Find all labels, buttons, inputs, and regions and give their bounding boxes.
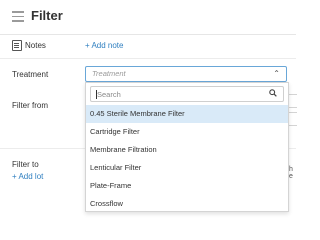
divider — [0, 58, 296, 59]
hamburger-menu-icon[interactable] — [12, 11, 24, 22]
search-field[interactable] — [90, 86, 284, 102]
clipped-text: h e — [289, 166, 293, 180]
chevron-up-icon[interactable]: ⌃ — [273, 69, 280, 78]
treatment-label: Treatment — [12, 70, 49, 79]
treatment-dropdown: 0.45 Sterile Membrane Filter Cartridge F… — [85, 82, 289, 212]
option-list: 0.45 Sterile Membrane Filter Cartridge F… — [86, 105, 288, 213]
notes-icon — [12, 40, 22, 51]
treatment-select-placeholder: Treatment — [92, 69, 126, 78]
search-icon — [269, 89, 277, 97]
add-note-link[interactable]: + Add note — [85, 41, 123, 50]
option-0-45-sterile-membrane-filter[interactable]: 0.45 Sterile Membrane Filter — [86, 105, 288, 123]
treatment-select[interactable]: Treatment ⌃ — [85, 66, 287, 82]
filter-to-label: Filter to — [12, 160, 39, 169]
notes-label: Notes — [25, 41, 46, 50]
option-cartridge-filter[interactable]: Cartridge Filter — [86, 123, 288, 141]
filter-from-label: Filter from — [12, 101, 48, 110]
search-input[interactable] — [97, 88, 257, 100]
add-lot-link[interactable]: + Add lot — [12, 172, 43, 181]
option-crossflow[interactable]: Crossflow — [86, 195, 288, 213]
option-lenticular-filter[interactable]: Lenticular Filter — [86, 159, 288, 177]
option-membrane-filtration[interactable]: Membrane Filtration — [86, 141, 288, 159]
page-header: Filter — [0, 0, 296, 35]
page-title: Filter — [31, 8, 63, 23]
option-plate-frame[interactable]: Plate-Frame — [86, 177, 288, 195]
